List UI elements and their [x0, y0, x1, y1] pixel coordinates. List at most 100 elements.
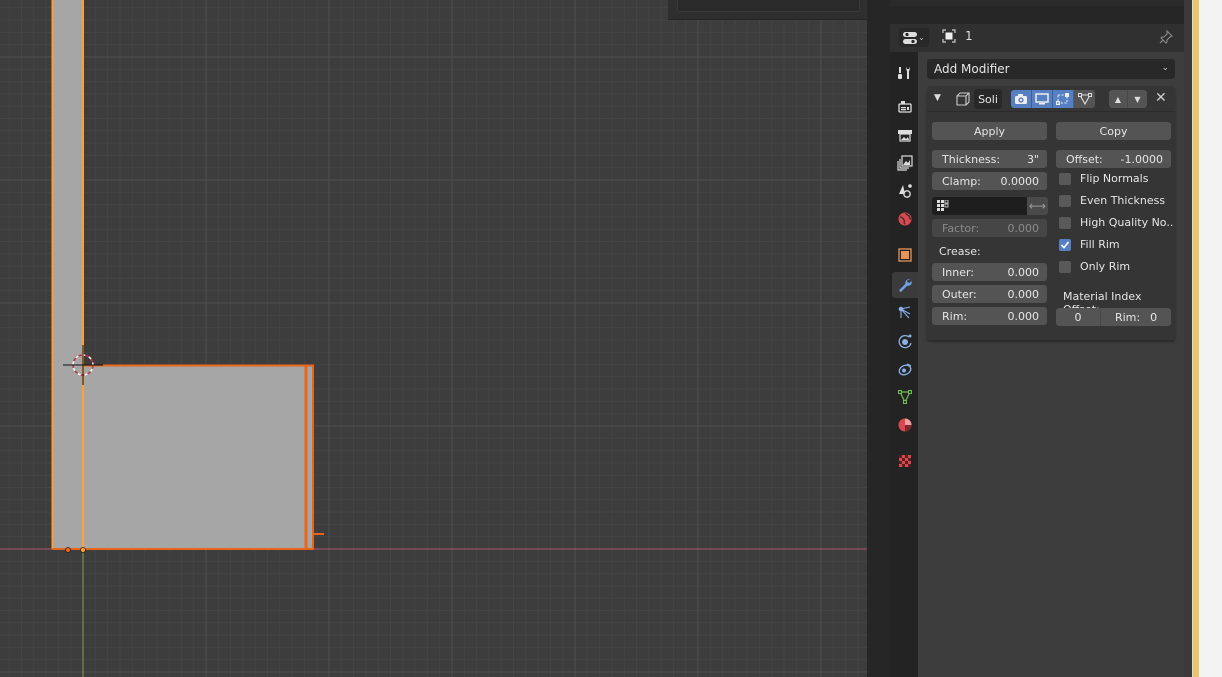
triangle-up-icon: ▲: [1114, 94, 1122, 104]
checkmark-icon: [1060, 240, 1070, 249]
checkbox-box: [1059, 194, 1071, 207]
collapse-triangle-icon[interactable]: ▼: [934, 93, 941, 103]
add-modifier-dropdown[interactable]: Add Modifier ⌄: [927, 59, 1175, 79]
offset-field[interactable]: Offset: -1.0000: [1056, 150, 1171, 168]
offset-label: Offset:: [1066, 152, 1103, 166]
triangle-down-icon: ▼: [1134, 94, 1141, 104]
factor-field[interactable]: Factor: 0.000: [932, 219, 1047, 237]
checkbox-box: [1059, 216, 1071, 229]
tab-texture[interactable]: [892, 448, 918, 474]
tab-material[interactable]: [892, 412, 918, 438]
invert-vertex-group-button[interactable]: ⟷: [1027, 197, 1048, 215]
modifier-name-field[interactable]: Soli: [974, 89, 1002, 109]
crease-rim-field[interactable]: Rim: 0.000: [932, 307, 1047, 325]
material-rim-field[interactable]: Rim: 0: [1101, 308, 1171, 326]
material-index-offset-fields: 0 Rim: 0: [1056, 308, 1171, 326]
even-thickness-checkbox[interactable]: Even Thickness: [1059, 194, 1165, 207]
crease-label: Crease:: [939, 245, 981, 258]
move-up-button[interactable]: ▲: [1109, 90, 1128, 108]
view-layer-icon: [897, 155, 913, 171]
vertex-group-icon: [937, 200, 949, 211]
context-path: 1: [942, 29, 973, 43]
constraints-icon: [898, 363, 912, 376]
thickness-label: Thickness:: [942, 152, 1001, 166]
crease-inner-field[interactable]: Inner: 0.000: [932, 263, 1047, 281]
factor-value: 0.000: [1007, 221, 1040, 235]
object-icon: [898, 248, 912, 262]
viewport-canvas[interactable]: [0, 0, 867, 677]
tab-world[interactable]: [892, 206, 918, 232]
modifier-visibility-toggles: [1011, 90, 1095, 108]
object-origin-point: [80, 547, 86, 553]
clamp-field[interactable]: Clamp: 0.0000: [932, 172, 1047, 190]
tab-constraints[interactable]: [892, 356, 918, 382]
thickness-field[interactable]: Thickness: 3": [932, 150, 1047, 168]
copy-button[interactable]: Copy: [1056, 122, 1171, 140]
viewport-overlay-panel: [668, 0, 867, 20]
move-down-button[interactable]: ▼: [1128, 90, 1147, 108]
properties-tabs: [890, 52, 918, 677]
monitor-icon: [1035, 93, 1049, 105]
apply-button[interactable]: Apply: [932, 122, 1047, 140]
tab-data[interactable]: [892, 384, 918, 410]
material-rim-value: 0: [1150, 310, 1158, 324]
clamp-value: 0.0000: [1000, 174, 1040, 188]
show-editmode-toggle[interactable]: [1053, 90, 1074, 108]
checkbox-box: [1059, 172, 1071, 185]
wrench-icon: [899, 279, 912, 292]
checkbox-box: [1059, 260, 1071, 273]
rim-label: Rim:: [942, 309, 968, 323]
material-offset-field[interactable]: 0: [1056, 308, 1101, 326]
tab-render[interactable]: [892, 94, 918, 120]
tab-object[interactable]: [892, 242, 918, 268]
solidify-modifier-panel: ▼ Soli ▲ ▼ ✕ Apply Copy Thickness: 3" Of…: [927, 86, 1175, 340]
flip-normals-checkbox[interactable]: Flip Normals: [1059, 172, 1148, 185]
texture-icon: [899, 455, 911, 467]
thickness-value: 3": [1026, 152, 1039, 166]
tab-tool[interactable]: [892, 60, 918, 86]
show-viewport-toggle[interactable]: [1032, 90, 1053, 108]
scene-icon: [899, 184, 912, 198]
show-on-cage-toggle[interactable]: [1074, 90, 1095, 108]
remove-modifier-button[interactable]: ✕: [1155, 90, 1167, 106]
editor-type-button[interactable]: ⌄: [899, 28, 929, 47]
offset-value: -1.0000: [1120, 152, 1163, 166]
tab-physics[interactable]: [892, 328, 918, 354]
tab-scene[interactable]: [892, 178, 918, 204]
fill-rim-checkbox[interactable]: Fill Rim: [1059, 238, 1120, 251]
chevron-down-icon: ⌄: [1161, 63, 1169, 73]
factor-label: Factor:: [942, 221, 980, 235]
checkbox-box: [1059, 238, 1071, 251]
show-render-toggle[interactable]: [1011, 90, 1032, 108]
physics-icon: [898, 334, 912, 349]
checkbox-label: High Quality No..: [1080, 216, 1174, 229]
modifier-properties-content: Add Modifier ⌄ ▼ Soli ▲ ▼ ✕ Apply Copy T…: [918, 52, 1184, 677]
pin-icon[interactable]: [1158, 29, 1174, 45]
tab-output[interactable]: [892, 122, 918, 148]
crease-outer-field[interactable]: Outer: 0.000: [932, 285, 1047, 303]
object-origin-point: [65, 547, 71, 553]
world-icon: [898, 212, 912, 226]
background-window: [1199, 0, 1222, 677]
camera-icon: [1015, 94, 1027, 104]
3d-viewport[interactable]: [0, 0, 867, 677]
inner-value: 0.000: [1007, 265, 1040, 279]
window-border-accent: [1192, 0, 1199, 677]
tab-particles[interactable]: [892, 300, 918, 326]
editmode-icon: [1056, 93, 1069, 105]
area-divider[interactable]: [867, 0, 890, 677]
vertex-group-field[interactable]: [932, 197, 1027, 215]
object-data-icon: [942, 29, 956, 43]
only-rim-checkbox[interactable]: Only Rim: [1059, 260, 1130, 273]
high-quality-normals-checkbox[interactable]: High Quality No..: [1059, 216, 1173, 229]
editor-type-icon: [903, 31, 918, 44]
outer-value: 0.000: [1007, 287, 1040, 301]
output-icon: [898, 130, 912, 142]
tab-view-layer[interactable]: [892, 150, 918, 176]
on-cage-icon: [1077, 93, 1092, 105]
add-modifier-label: Add Modifier: [934, 62, 1010, 76]
properties-scrollbar-edge: [1184, 0, 1192, 677]
material-rim-label: Rim:: [1114, 310, 1141, 324]
tab-modifiers[interactable]: [892, 272, 918, 298]
material-icon: [898, 418, 912, 432]
